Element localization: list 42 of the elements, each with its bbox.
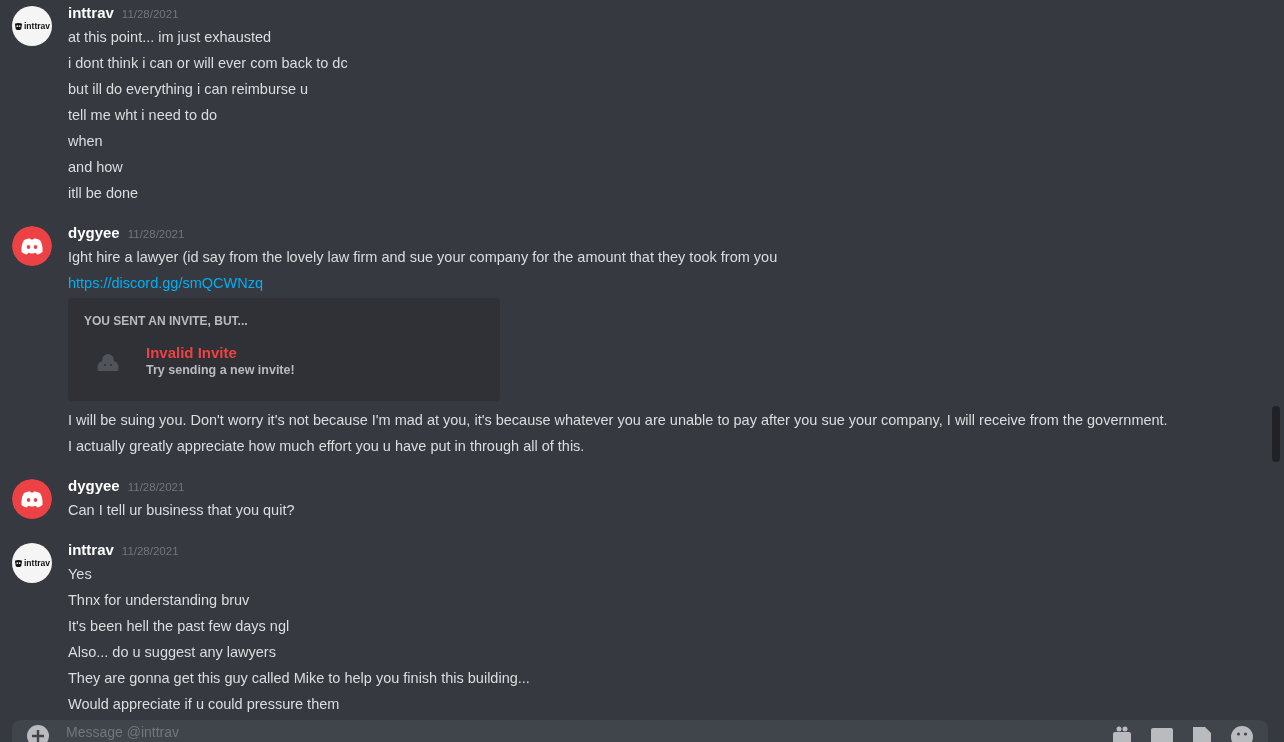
message-text: tell me wht i need to do <box>68 106 219 125</box>
message-text: It's been hell the past few days ngl <box>68 617 291 636</box>
timestamp: 11/28/2021 <box>121 8 179 20</box>
username[interactable]: dygyee <box>68 477 120 494</box>
discord-avatar-icon[interactable] <box>12 479 52 519</box>
avatar-logo[interactable]: inttrav <box>12 6 52 46</box>
message-text: Yes <box>68 565 93 584</box>
message-text: itll be done <box>68 184 140 203</box>
invite-link[interactable]: https://discord.gg/smQCWNzq <box>68 275 263 291</box>
avatar-text: inttrav <box>24 21 50 31</box>
message-text: Also... do u suggest any lawyers <box>68 643 277 662</box>
message-text: I actually greatly appreciate how much effort you u have put in through all of this. <box>68 437 586 456</box>
message-text: Thnx for understanding bruv <box>68 591 251 610</box>
message-text: i dont think i can or will ever com back to dc <box>68 54 349 73</box>
avatar-logo[interactable]: inttrav <box>12 543 52 583</box>
scrollbar-thumb[interactable] <box>1272 406 1280 462</box>
message-text: Can I tell ur business that you quit? <box>68 501 296 520</box>
message-text: Ight hire a lawyer (id say from the lovely law firm and sue your company for the amount that they took from you <box>68 248 779 267</box>
username[interactable]: inttrav <box>68 4 114 21</box>
timestamp: 11/28/2021 <box>121 545 179 557</box>
discord-avatar-icon[interactable] <box>12 226 52 266</box>
mask-icon <box>14 21 23 31</box>
timestamp: 11/28/2021 <box>127 228 185 240</box>
invalid-invite-title: Invalid Invite <box>146 344 238 361</box>
plus-icon[interactable] <box>26 724 50 742</box>
avatar-text: inttrav <box>24 558 50 568</box>
message-text: They are gonna get this guy called Mike to help you finish this building... <box>68 669 531 688</box>
sticker-icon[interactable] <box>1190 724 1214 742</box>
timestamp: 11/28/2021 <box>127 481 185 493</box>
emoji-icon[interactable] <box>1230 724 1254 742</box>
message-text: and how <box>68 158 124 177</box>
gift-icon[interactable] <box>1110 724 1134 742</box>
username[interactable]: dygyee <box>68 224 120 241</box>
message-text: but ill do everything i can reimburse u <box>68 80 310 99</box>
embed-heading: YOU SENT AN INVITE, BUT... <box>84 314 249 328</box>
message-text: when <box>68 132 104 151</box>
message-text: Would appreciate if u could pressure them <box>68 695 341 714</box>
username[interactable]: inttrav <box>68 541 114 558</box>
mask-icon <box>14 558 23 568</box>
invite-hint: Try sending a new invite! <box>146 363 295 377</box>
message-text: at this point... im just exhausted <box>68 28 273 47</box>
message-text: I will be suing you. Don't worry it's not because I'm mad at you, it's because whatever you are unable to pay after you sue your company, I will receive from the government. <box>68 411 1169 430</box>
